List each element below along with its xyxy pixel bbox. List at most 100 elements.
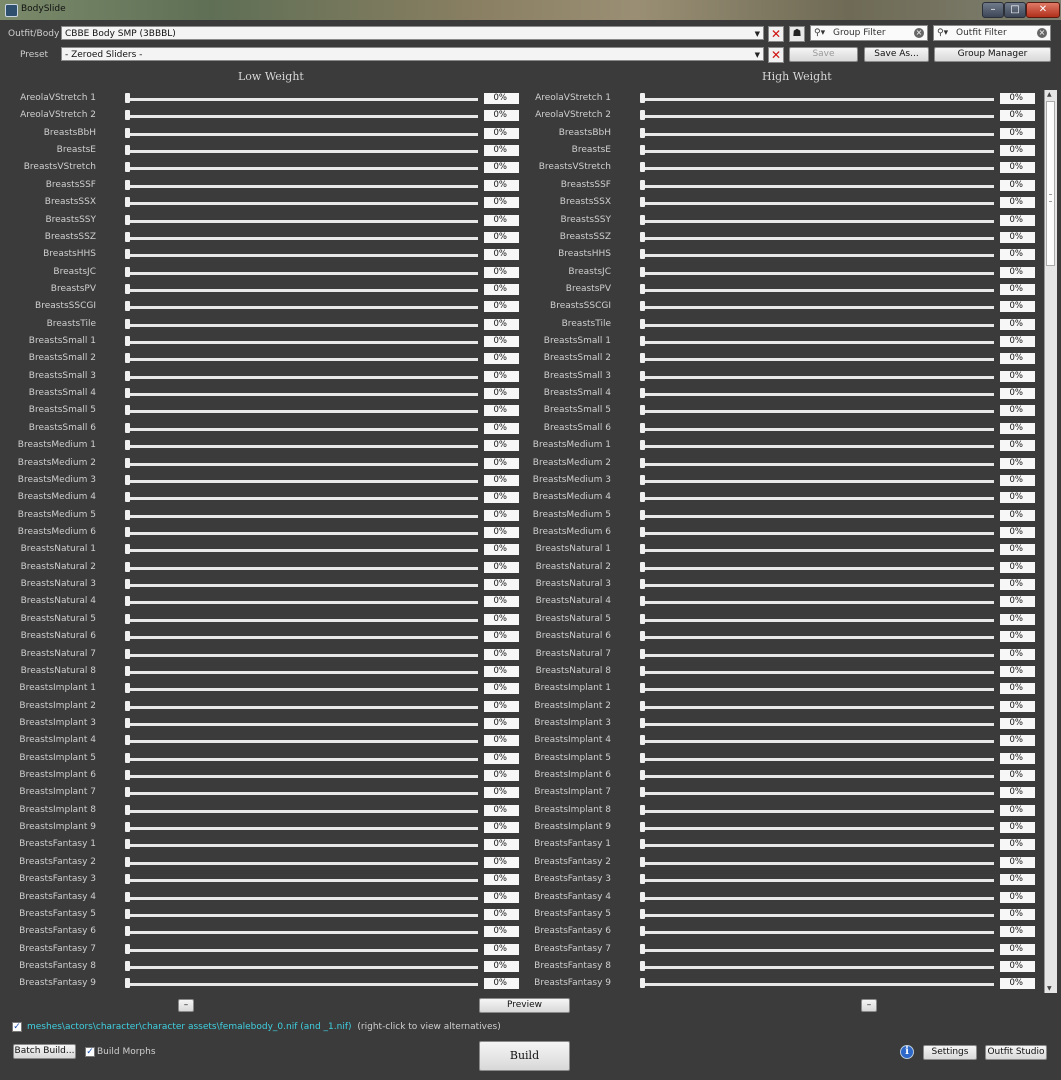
- high-slider-thumb[interactable]: [640, 804, 645, 815]
- high-slider-thumb[interactable]: [640, 353, 645, 364]
- high-weight-slider[interactable]: [643, 323, 994, 327]
- high-weight-slider[interactable]: [643, 584, 994, 588]
- high-weight-slider[interactable]: [643, 566, 994, 570]
- low-weight-slider[interactable]: [128, 636, 478, 640]
- low-weight-slider[interactable]: [128, 740, 478, 744]
- low-weight-slider[interactable]: [128, 653, 478, 657]
- high-value-input[interactable]: 0%: [1000, 683, 1035, 695]
- output-path-checkbox[interactable]: ✓: [12, 1022, 22, 1032]
- high-weight-slider[interactable]: [643, 966, 994, 969]
- low-weight-slider[interactable]: [128, 514, 478, 518]
- low-slider-thumb[interactable]: [125, 127, 130, 138]
- high-weight-slider[interactable]: [643, 688, 994, 692]
- high-slider-thumb[interactable]: [640, 440, 645, 451]
- low-weight-slider[interactable]: [128, 948, 478, 952]
- high-weight-slider[interactable]: [643, 618, 994, 622]
- output-path-link[interactable]: meshes\actors\character\character assets…: [27, 1022, 501, 1032]
- high-weight-slider[interactable]: [643, 271, 994, 275]
- low-value-input[interactable]: 0%: [484, 110, 519, 122]
- low-weight-slider[interactable]: [128, 827, 478, 831]
- high-value-input[interactable]: 0%: [1000, 301, 1035, 313]
- high-slider-thumb[interactable]: [640, 648, 645, 659]
- high-value-input[interactable]: 0%: [1000, 700, 1035, 712]
- low-value-input[interactable]: 0%: [484, 665, 519, 677]
- high-weight-slider[interactable]: [643, 861, 994, 865]
- high-slider-thumb[interactable]: [640, 787, 645, 798]
- high-weight-slider[interactable]: [643, 427, 994, 431]
- high-slider-thumb[interactable]: [640, 683, 645, 694]
- low-value-input[interactable]: 0%: [484, 405, 519, 417]
- high-weight-slider[interactable]: [643, 184, 994, 188]
- high-slider-thumb[interactable]: [640, 388, 645, 399]
- low-value-input[interactable]: 0%: [484, 839, 519, 851]
- low-slider-thumb[interactable]: [125, 804, 130, 815]
- high-slider-thumb[interactable]: [640, 631, 645, 642]
- high-weight-slider[interactable]: [643, 410, 994, 414]
- low-slider-thumb[interactable]: [125, 839, 130, 850]
- scrollbar-thumb[interactable]: [1046, 101, 1055, 266]
- low-slider-thumb[interactable]: [125, 787, 130, 798]
- low-value-input[interactable]: 0%: [484, 752, 519, 764]
- low-weight-slider[interactable]: [128, 896, 478, 900]
- high-slider-thumb[interactable]: [640, 700, 645, 711]
- high-weight-slider[interactable]: [643, 219, 994, 223]
- high-slider-thumb[interactable]: [640, 283, 645, 294]
- high-value-input[interactable]: 0%: [1000, 596, 1035, 608]
- high-slider-thumb[interactable]: [640, 943, 645, 954]
- low-value-input[interactable]: 0%: [484, 93, 519, 104]
- low-weight-slider[interactable]: [128, 254, 478, 258]
- low-slider-thumb[interactable]: [125, 579, 130, 590]
- high-value-input[interactable]: 0%: [1000, 422, 1035, 434]
- low-weight-slider[interactable]: [128, 150, 478, 154]
- scroll-up-icon[interactable]: ▲: [1047, 91, 1052, 98]
- low-slider-thumb[interactable]: [125, 336, 130, 347]
- build-button[interactable]: Build: [479, 1041, 570, 1071]
- high-slider-thumb[interactable]: [640, 908, 645, 919]
- high-value-input[interactable]: 0%: [1000, 804, 1035, 816]
- high-slider-thumb[interactable]: [640, 145, 645, 156]
- group-manager-button[interactable]: Group Manager: [934, 47, 1051, 62]
- high-value-input[interactable]: 0%: [1000, 457, 1035, 469]
- high-slider-thumb[interactable]: [640, 613, 645, 624]
- high-value-input[interactable]: 0%: [1000, 440, 1035, 452]
- outfit-body-select[interactable]: CBBE Body SMP (3BBBL) ▼: [61, 26, 764, 40]
- low-weight-slider[interactable]: [128, 584, 478, 588]
- info-icon[interactable]: i: [900, 1045, 914, 1059]
- low-weight-slider[interactable]: [128, 271, 478, 275]
- high-value-input[interactable]: 0%: [1000, 631, 1035, 643]
- low-value-input[interactable]: 0%: [484, 231, 519, 243]
- low-weight-slider[interactable]: [128, 167, 478, 171]
- high-weight-slider[interactable]: [643, 445, 994, 449]
- low-value-input[interactable]: 0%: [484, 474, 519, 486]
- high-weight-slider[interactable]: [643, 98, 994, 101]
- clear-group-filter-icon[interactable]: ×: [914, 28, 924, 38]
- high-weight-slider[interactable]: [643, 670, 994, 674]
- high-weight-slider[interactable]: [643, 722, 994, 726]
- high-value-input[interactable]: 0%: [1000, 770, 1035, 782]
- high-weight-slider[interactable]: [643, 514, 994, 518]
- low-weight-slider[interactable]: [128, 115, 478, 119]
- scroll-down-icon[interactable]: ▼: [1047, 985, 1052, 992]
- high-value-input[interactable]: 0%: [1000, 162, 1035, 174]
- low-slider-thumb[interactable]: [125, 318, 130, 329]
- high-weight-slider[interactable]: [643, 462, 994, 466]
- low-value-input[interactable]: 0%: [484, 908, 519, 920]
- high-slider-thumb[interactable]: [640, 179, 645, 190]
- low-value-input[interactable]: 0%: [484, 926, 519, 938]
- high-value-input[interactable]: 0%: [1000, 822, 1035, 834]
- low-value-input[interactable]: 0%: [484, 145, 519, 157]
- low-slider-thumb[interactable]: [125, 978, 130, 989]
- low-weight-slider[interactable]: [128, 288, 478, 292]
- preview-button[interactable]: Preview: [479, 998, 570, 1013]
- low-weight-slider[interactable]: [128, 445, 478, 449]
- high-value-input[interactable]: 0%: [1000, 665, 1035, 677]
- low-weight-slider[interactable]: [128, 688, 478, 692]
- low-weight-slider[interactable]: [128, 775, 478, 779]
- low-slider-thumb[interactable]: [125, 665, 130, 676]
- low-value-input[interactable]: 0%: [484, 978, 519, 990]
- low-value-input[interactable]: 0%: [484, 648, 519, 660]
- choose-outfit-button[interactable]: ☗: [789, 26, 805, 42]
- low-value-input[interactable]: 0%: [484, 961, 519, 972]
- low-weight-slider[interactable]: [128, 497, 478, 501]
- low-weight-slider[interactable]: [128, 323, 478, 327]
